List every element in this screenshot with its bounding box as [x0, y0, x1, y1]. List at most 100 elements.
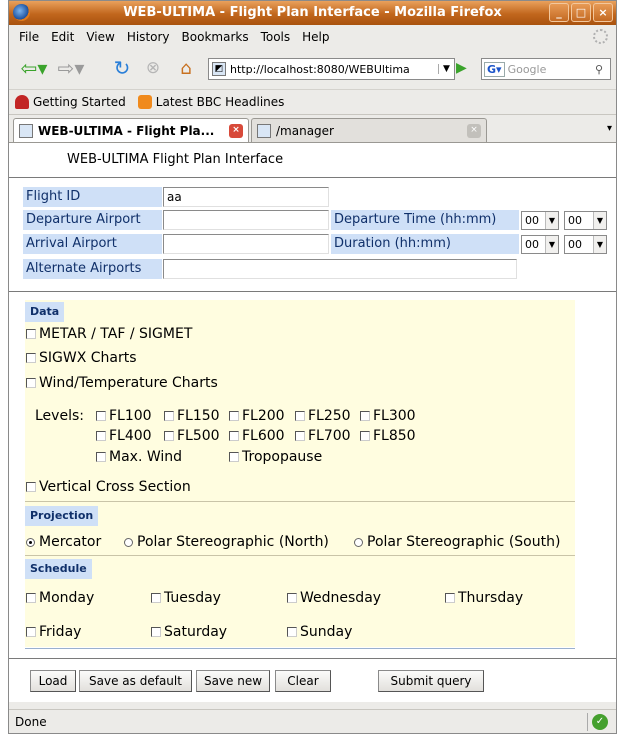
arrival-airport-input[interactable]: [163, 234, 329, 254]
save-new-button[interactable]: Save new: [196, 670, 270, 692]
search-input[interactable]: Google: [505, 63, 588, 76]
level-fl300-checkbox[interactable]: FL300: [360, 408, 416, 424]
page-icon: ◩: [212, 62, 226, 76]
menu-bookmarks[interactable]: Bookmarks: [176, 30, 255, 44]
schedule-tuesday-checkbox[interactable]: Tuesday: [151, 590, 221, 606]
menu-view[interactable]: View: [80, 30, 120, 44]
tab-close-icon[interactable]: ×: [467, 124, 481, 138]
level-fl400-checkbox[interactable]: FL400: [96, 428, 152, 444]
stop-button[interactable]: ⊗: [140, 56, 166, 80]
menu-file[interactable]: File: [13, 30, 45, 44]
schedule-section-label: Schedule: [25, 559, 92, 579]
projection-polar-south-radio[interactable]: Polar Stereographic (South): [354, 534, 560, 550]
level-fl500-checkbox[interactable]: FL500: [164, 428, 220, 444]
getting-started-icon: [15, 94, 29, 109]
arrival-airport-label: Arrival Airport: [23, 234, 162, 254]
back-button[interactable]: ⇦▾: [17, 56, 51, 80]
google-engine-icon[interactable]: G▾: [484, 61, 505, 77]
schedule-wednesday-checkbox[interactable]: Wednesday: [287, 590, 381, 606]
departure-airport-input[interactable]: [163, 210, 329, 230]
schedule-sunday-checkbox[interactable]: Sunday: [287, 624, 352, 640]
menu-edit[interactable]: Edit: [45, 30, 80, 44]
forward-button[interactable]: ⇨▾: [53, 56, 89, 80]
level-fl150-checkbox[interactable]: FL150: [164, 408, 220, 424]
bookmarks-toolbar: Getting Started Latest BBC Headlines: [9, 89, 616, 113]
bookmark-label: Getting Started: [33, 94, 126, 109]
level-fl200-checkbox[interactable]: FL200: [229, 408, 285, 424]
chevron-down-icon: ▼: [593, 212, 606, 229]
projection-polar-north-radio[interactable]: Polar Stereographic (North): [124, 534, 329, 550]
checkbox-label: METAR / TAF / SIGMET: [39, 326, 193, 342]
divider: [9, 177, 616, 178]
tab-close-icon[interactable]: ×: [229, 124, 243, 138]
reload-button[interactable]: ↻: [109, 56, 135, 80]
go-button[interactable]: ▶: [456, 60, 467, 76]
maximize-button[interactable]: □: [571, 3, 591, 22]
checkbox-label: FL300: [373, 408, 416, 424]
alternate-airports-input[interactable]: [163, 259, 517, 279]
sigwx-checkbox[interactable]: SIGWX Charts: [26, 350, 137, 366]
checkbox-label: Friday: [39, 624, 82, 640]
checkbox-label: Tropopause: [242, 449, 323, 465]
level-fl250-checkbox[interactable]: FL250: [295, 408, 351, 424]
projection-mercator-radio[interactable]: Mercator: [26, 534, 101, 550]
vertical-cross-section-checkbox[interactable]: Vertical Cross Section: [26, 479, 191, 495]
level-fl850-checkbox[interactable]: FL850: [360, 428, 416, 444]
tropopause-checkbox[interactable]: Tropopause: [229, 449, 322, 465]
close-button[interactable]: ×: [593, 3, 613, 22]
page-icon: [257, 123, 271, 138]
menu-help[interactable]: Help: [296, 30, 335, 44]
radio-label: Polar Stereographic (North): [137, 534, 329, 550]
checkbox-label: FL250: [308, 408, 351, 424]
menu-history[interactable]: History: [121, 30, 176, 44]
load-button[interactable]: Load: [30, 670, 76, 692]
schedule-saturday-checkbox[interactable]: Saturday: [151, 624, 227, 640]
level-fl700-checkbox[interactable]: FL700: [295, 428, 351, 444]
section-divider: [25, 555, 575, 556]
checkbox-label: FL100: [109, 408, 152, 424]
checkbox-label: Saturday: [164, 624, 228, 640]
bookmark-bbc-headlines[interactable]: Latest BBC Headlines: [137, 94, 284, 109]
menu-bar: File Edit View History Bookmarks Tools H…: [9, 26, 616, 48]
departure-minute-select[interactable]: 00 ▼: [564, 211, 607, 230]
url-dropdown-icon[interactable]: ▼: [438, 64, 454, 74]
section-divider: [25, 501, 575, 502]
search-icon[interactable]: ⚲: [588, 63, 610, 76]
menu-tools[interactable]: Tools: [255, 30, 297, 44]
save-as-default-button[interactable]: Save as default: [79, 670, 192, 692]
navigation-toolbar: ⇦▾ ⇨▾ ↻ ⊗ ⌂ ◩ http://localhost:8080/WEBU…: [9, 48, 616, 88]
schedule-thursday-checkbox[interactable]: Thursday: [445, 590, 523, 606]
checkmark-icon: ✓: [592, 714, 608, 730]
url-text[interactable]: http://localhost:8080/WEBUltima: [230, 63, 438, 76]
max-wind-checkbox[interactable]: Max. Wind: [96, 449, 182, 465]
levels-label: Levels:: [35, 408, 84, 424]
level-fl600-checkbox[interactable]: FL600: [229, 428, 285, 444]
schedule-friday-checkbox[interactable]: Friday: [26, 624, 81, 640]
level-fl100-checkbox[interactable]: FL100: [96, 408, 152, 424]
clear-button[interactable]: Clear: [275, 670, 331, 692]
metar-checkbox[interactable]: METAR / TAF / SIGMET: [26, 326, 192, 342]
duration-label: Duration (hh:mm): [331, 234, 519, 254]
schedule-monday-checkbox[interactable]: Monday: [26, 590, 94, 606]
bookmark-getting-started[interactable]: Getting Started: [15, 94, 126, 109]
departure-hour-select[interactable]: 00 ▼: [521, 211, 559, 230]
section-divider: [25, 648, 575, 649]
select-value: 00: [525, 214, 539, 227]
search-bar[interactable]: G▾ Google ⚲: [481, 58, 611, 80]
tab-list-icon[interactable]: ▾: [607, 123, 612, 134]
home-button[interactable]: ⌂: [173, 56, 199, 80]
chevron-down-icon: ▼: [545, 236, 558, 253]
minimize-button[interactable]: _: [549, 3, 569, 22]
browser-window: WEB-ULTIMA - Flight Plan Interface - Moz…: [8, 0, 617, 734]
duration-minute-select[interactable]: 00 ▼: [564, 235, 607, 254]
data-section-label: Data: [25, 302, 65, 322]
wind-temperature-checkbox[interactable]: Wind/Temperature Charts: [26, 375, 218, 391]
url-bar[interactable]: ◩ http://localhost:8080/WEBUltima ▼: [208, 58, 455, 80]
submit-query-button[interactable]: Submit query: [378, 670, 484, 692]
divider: [9, 658, 616, 659]
tab-web-ultima[interactable]: WEB-ULTIMA - Flight Pla... ×: [13, 118, 249, 142]
flight-id-input[interactable]: aa: [163, 187, 329, 207]
tab-manager[interactable]: /manager ×: [251, 118, 487, 142]
duration-hour-select[interactable]: 00 ▼: [521, 235, 559, 254]
checkbox-label: Max. Wind: [109, 449, 183, 465]
